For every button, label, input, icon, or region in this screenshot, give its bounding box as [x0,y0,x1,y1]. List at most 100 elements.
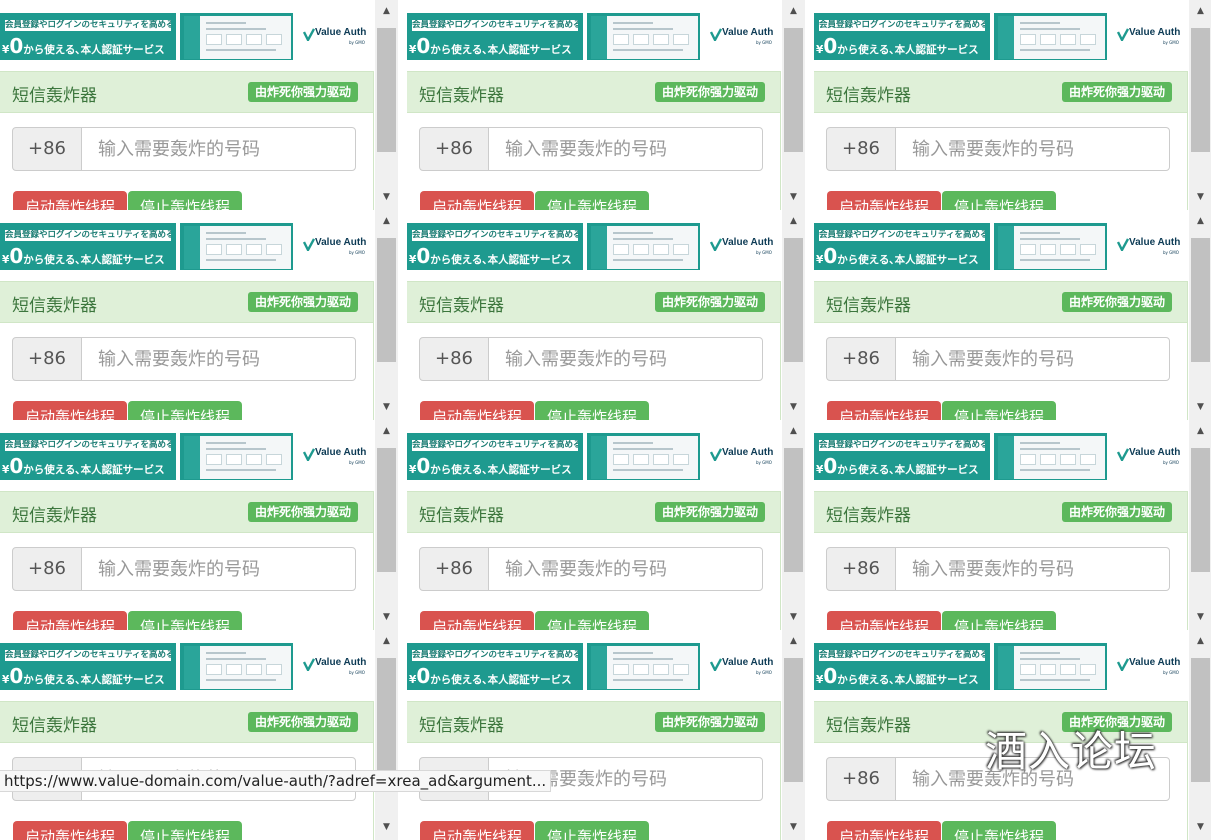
phone-number-input[interactable] [488,337,763,381]
stop-button[interactable]: 停止轰炸线程 [942,191,1057,210]
arrow-down-icon[interactable]: ▼ [787,822,800,832]
scrollbar-thumb[interactable] [784,658,803,782]
scrollbar-thumb[interactable] [1191,238,1210,362]
start-button[interactable]: 启动轰炸线程 [420,401,535,420]
vertical-scrollbar[interactable]: ▲ ▼ [375,420,398,630]
phone-number-input[interactable] [81,127,356,171]
ad-banner[interactable]: 会員登録やログインのセキュリティを高める ¥0から使える､本人認証サービス Va… [407,433,782,480]
ad-banner[interactable]: 会員登録やログインのセキュリティを高める ¥0から使える､本人認証サービス Va… [0,13,375,60]
arrow-down-icon[interactable]: ▼ [787,612,800,622]
vertical-scrollbar[interactable]: ▲ ▼ [782,630,805,840]
ad-banner[interactable]: 会員登録やログインのセキュリティを高める ¥0から使える､本人認証サービス Va… [0,433,375,480]
arrow-down-icon[interactable]: ▼ [1194,192,1207,202]
stop-button[interactable]: 停止轰炸线程 [942,611,1057,630]
scrollbar-thumb[interactable] [784,448,803,572]
arrow-up-icon[interactable]: ▲ [380,216,393,226]
stop-button[interactable]: 停止轰炸线程 [128,821,243,840]
vertical-scrollbar[interactable]: ▲ ▼ [782,0,805,210]
phone-number-input[interactable] [895,337,1170,381]
phone-number-input[interactable] [895,127,1170,171]
arrow-up-icon[interactable]: ▲ [787,6,800,16]
vertical-scrollbar[interactable]: ▲ ▼ [1189,630,1211,840]
vertical-scrollbar[interactable]: ▲ ▼ [375,210,398,420]
vertical-scrollbar[interactable]: ▲ ▼ [1189,210,1211,420]
scrollbar-thumb[interactable] [377,658,396,782]
start-button[interactable]: 启动轰炸线程 [420,821,535,840]
stop-button[interactable]: 停止轰炸线程 [535,611,650,630]
vertical-scrollbar[interactable]: ▲ ▼ [782,210,805,420]
scrollbar-thumb[interactable] [1191,658,1210,782]
arrow-down-icon[interactable]: ▼ [787,402,800,412]
start-button[interactable]: 启动轰炸线程 [13,821,128,840]
scrollbar-thumb[interactable] [377,238,396,362]
stop-button[interactable]: 停止轰炸线程 [535,821,650,840]
arrow-up-icon[interactable]: ▲ [1194,6,1207,16]
start-button[interactable]: 启动轰炸线程 [13,401,128,420]
arrow-down-icon[interactable]: ▼ [787,192,800,202]
arrow-down-icon[interactable]: ▼ [380,822,393,832]
start-button[interactable]: 启动轰炸线程 [827,611,942,630]
arrow-down-icon[interactable]: ▼ [380,612,393,622]
scrollbar-thumb[interactable] [784,238,803,362]
arrow-down-icon[interactable]: ▼ [380,192,393,202]
ad-banner[interactable]: 会員登録やログインのセキュリティを高める ¥0から使える､本人認証サービス Va… [407,223,782,270]
stop-button[interactable]: 停止轰炸线程 [942,401,1057,420]
stop-button[interactable]: 停止轰炸线程 [128,191,243,210]
arrow-up-icon[interactable]: ▲ [787,426,800,436]
ad-banner[interactable]: 会員登録やログインのセキュリティを高める ¥0から使える､本人認証サービス Va… [814,433,1189,480]
arrow-up-icon[interactable]: ▲ [380,6,393,16]
start-button[interactable]: 启动轰炸线程 [420,611,535,630]
ad-price: ¥0から使える､本人認証サービス [409,454,572,478]
stop-button[interactable]: 停止轰炸线程 [128,401,243,420]
scrollbar-thumb[interactable] [377,28,396,152]
ad-text-block: 会員登録やログインのセキュリティを高める ¥0から使える､本人認証サービス [814,433,990,480]
vertical-scrollbar[interactable]: ▲ ▼ [375,0,398,210]
scrollbar-thumb[interactable] [1191,448,1210,572]
start-button[interactable]: 启动轰炸线程 [827,821,942,840]
ad-banner[interactable]: 会員登録やログインのセキュリティを高める ¥0から使える､本人認証サービス Va… [814,643,1189,690]
start-button[interactable]: 启动轰炸线程 [827,401,942,420]
panel-heading: 短信轰炸器 由炸死你强力驱动 [407,701,781,743]
vertical-scrollbar[interactable]: ▲ ▼ [1189,0,1211,210]
arrow-down-icon[interactable]: ▼ [1194,822,1207,832]
arrow-up-icon[interactable]: ▲ [380,636,393,646]
ad-banner[interactable]: 会員登録やログインのセキュリティを高める ¥0から使える､本人認証サービス Va… [407,643,782,690]
stop-button[interactable]: 停止轰炸线程 [535,191,650,210]
phone-number-input[interactable] [488,547,763,591]
ad-logo-subtext: by GMO [756,670,772,675]
arrow-up-icon[interactable]: ▲ [787,216,800,226]
stop-button[interactable]: 停止轰炸线程 [128,611,243,630]
phone-number-input[interactable] [81,337,356,381]
panel-heading: 短信轰炸器 由炸死你强力驱动 [407,281,781,323]
phone-number-input[interactable] [488,127,763,171]
start-button[interactable]: 启动轰炸线程 [13,611,128,630]
ad-banner[interactable]: 会員登録やログインのセキュリティを高める ¥0から使える､本人認証サービス Va… [814,13,1189,60]
arrow-up-icon[interactable]: ▲ [1194,216,1207,226]
stop-button[interactable]: 停止轰炸线程 [942,821,1057,840]
ad-banner[interactable]: 会員登録やログインのセキュリティを高める ¥0から使える､本人認証サービス Va… [814,223,1189,270]
ad-banner[interactable]: 会員登録やログインのセキュリティを高める ¥0から使える､本人認証サービス Va… [0,643,375,690]
ad-screenshot-image [180,433,293,480]
scrollbar-thumb[interactable] [377,448,396,572]
arrow-down-icon[interactable]: ▼ [1194,402,1207,412]
arrow-down-icon[interactable]: ▼ [380,402,393,412]
phone-number-input[interactable] [895,547,1170,591]
ad-banner[interactable]: 会員登録やログインのセキュリティを高める ¥0から使える､本人認証サービス Va… [0,223,375,270]
arrow-down-icon[interactable]: ▼ [1194,612,1207,622]
start-button[interactable]: 启动轰炸线程 [827,191,942,210]
arrow-up-icon[interactable]: ▲ [1194,426,1207,436]
start-button[interactable]: 启动轰炸线程 [13,191,128,210]
arrow-up-icon[interactable]: ▲ [787,636,800,646]
scrollbar-thumb[interactable] [1191,28,1210,152]
stop-button[interactable]: 停止轰炸线程 [535,401,650,420]
scrollbar-thumb[interactable] [784,28,803,152]
vertical-scrollbar[interactable]: ▲ ▼ [375,630,398,840]
panel-title: 短信轰炸器 [826,296,911,316]
start-button[interactable]: 启动轰炸线程 [420,191,535,210]
vertical-scrollbar[interactable]: ▲ ▼ [782,420,805,630]
phone-number-input[interactable] [81,547,356,591]
ad-banner[interactable]: 会員登録やログインのセキュリティを高める ¥0から使える､本人認証サービス Va… [407,13,782,60]
vertical-scrollbar[interactable]: ▲ ▼ [1189,420,1211,630]
arrow-up-icon[interactable]: ▲ [380,426,393,436]
arrow-up-icon[interactable]: ▲ [1194,636,1207,646]
